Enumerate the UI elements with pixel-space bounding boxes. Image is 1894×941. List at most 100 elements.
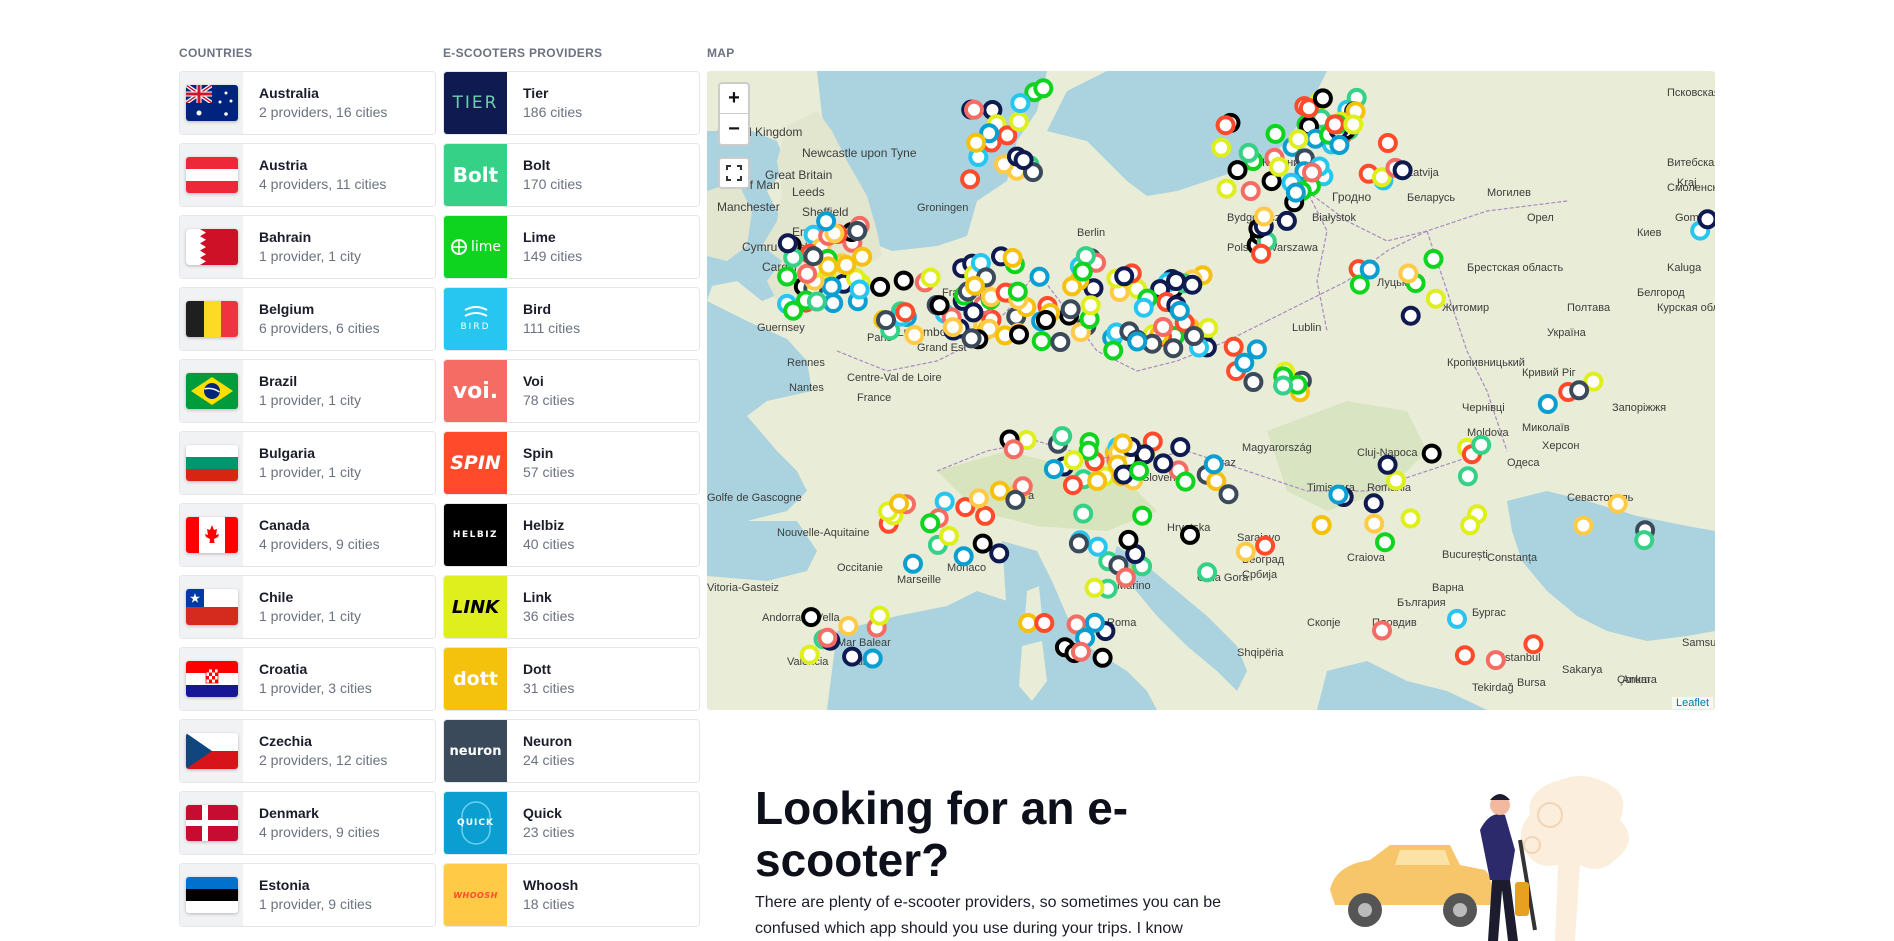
provider-location-marker[interactable]	[1273, 375, 1294, 396]
provider-location-marker[interactable]	[1062, 475, 1083, 496]
provider-location-marker[interactable]	[939, 526, 959, 546]
provider-location-marker[interactable]	[1031, 331, 1052, 352]
provider-location-marker[interactable]	[1153, 453, 1174, 474]
provider-location-marker[interactable]	[1285, 182, 1306, 203]
provider-location-marker[interactable]	[1447, 608, 1467, 629]
provider-card-tier[interactable]: TIER Tier 186 cities	[443, 71, 700, 135]
provider-location-marker[interactable]	[989, 543, 1010, 564]
provider-location-marker[interactable]	[838, 616, 859, 636]
provider-location-marker[interactable]	[1265, 123, 1286, 144]
provider-location-marker[interactable]	[801, 607, 822, 628]
provider-location-marker[interactable]	[895, 302, 916, 323]
country-card-estonia[interactable]: Estonia 1 provider, 9 cities	[179, 863, 436, 927]
provider-location-marker[interactable]	[1573, 515, 1594, 536]
provider-location-marker[interactable]	[1421, 443, 1442, 464]
provider-location-marker[interactable]	[1034, 613, 1055, 633]
provider-location-marker[interactable]	[1485, 650, 1506, 671]
provider-location-marker[interactable]	[870, 276, 891, 297]
provider-location-marker[interactable]	[1033, 78, 1054, 99]
provider-location-marker[interactable]	[997, 125, 1018, 146]
provider-location-marker[interactable]	[960, 169, 981, 190]
provider-location-marker[interactable]	[1114, 266, 1135, 287]
provider-location-marker[interactable]	[1359, 259, 1380, 280]
provider-location-marker[interactable]	[1311, 515, 1332, 535]
provider-location-marker[interactable]	[1003, 439, 1024, 460]
fullscreen-button[interactable]	[718, 157, 750, 189]
provider-location-marker[interactable]	[953, 546, 974, 567]
provider-location-marker[interactable]	[1372, 620, 1392, 641]
provider-location-marker[interactable]	[1569, 380, 1590, 401]
provider-card-quick[interactable]: QUICK Quick 23 cities	[443, 791, 700, 855]
provider-location-marker[interactable]	[1234, 352, 1255, 373]
provider-location-marker[interactable]	[1425, 288, 1446, 309]
provider-location-marker[interactable]	[1163, 338, 1184, 359]
provider-location-marker[interactable]	[1537, 394, 1558, 414]
provider-location-marker[interactable]	[823, 293, 844, 314]
provider-location-marker[interactable]	[1288, 129, 1309, 150]
provider-location-marker[interactable]	[1392, 160, 1413, 181]
provider-location-marker[interactable]	[1312, 88, 1333, 109]
provider-location-marker[interactable]	[1035, 310, 1056, 330]
provider-location-marker[interactable]	[1363, 493, 1384, 514]
provider-location-marker[interactable]	[799, 644, 820, 665]
provider-location-marker[interactable]	[1215, 115, 1236, 136]
provider-location-marker[interactable]	[818, 256, 839, 277]
provider-location-marker[interactable]	[1180, 524, 1200, 545]
provider-location-marker[interactable]	[1129, 460, 1150, 481]
country-card-brazil[interactable]: Brazil 1 provider, 1 city	[179, 359, 436, 423]
provider-location-marker[interactable]	[1460, 515, 1481, 536]
provider-location-marker[interactable]	[961, 328, 982, 349]
provider-location-marker[interactable]	[1132, 505, 1153, 526]
provider-location-marker[interactable]	[1324, 114, 1345, 135]
provider-location-marker[interactable]	[1182, 274, 1203, 295]
provider-location-marker[interactable]	[1050, 332, 1071, 352]
provider-card-helbiz[interactable]: HELBIZ Helbiz 40 cities	[443, 503, 700, 567]
provider-location-marker[interactable]	[1175, 471, 1196, 492]
provider-location-marker[interactable]	[1377, 133, 1398, 153]
provider-location-marker[interactable]	[1343, 114, 1364, 135]
provider-location-marker[interactable]	[1127, 331, 1148, 352]
provider-location-marker[interactable]	[1243, 372, 1264, 392]
provider-location-marker[interactable]	[1251, 243, 1272, 264]
provider-location-marker[interactable]	[1398, 263, 1419, 284]
provider-location-marker[interactable]	[1211, 137, 1232, 158]
provider-location-marker[interactable]	[1276, 210, 1297, 231]
provider-location-marker[interactable]	[1118, 529, 1139, 550]
provider-location-marker[interactable]	[934, 491, 955, 512]
country-card-australia[interactable]: Australia 2 providers, 16 cities	[179, 71, 436, 135]
provider-location-marker[interactable]	[1153, 317, 1174, 337]
provider-location-marker[interactable]	[1246, 339, 1267, 360]
provider-location-marker[interactable]	[1073, 503, 1094, 524]
provider-location-marker[interactable]	[1170, 437, 1191, 458]
provider-location-marker[interactable]	[852, 246, 873, 267]
provider-location-marker[interactable]	[1634, 530, 1655, 551]
provider-location-marker[interactable]	[1078, 440, 1099, 461]
country-card-bahrain[interactable]: Bahrain 1 provider, 1 city	[179, 215, 436, 279]
provider-location-marker[interactable]	[1457, 466, 1478, 487]
country-card-bulgaria[interactable]: Bulgaria 1 provider, 1 city	[179, 431, 436, 495]
map-attribution-link[interactable]: Leaflet	[1672, 697, 1714, 709]
provider-location-marker[interactable]	[1238, 142, 1259, 163]
provider-location-marker[interactable]	[1400, 305, 1421, 326]
provider-location-marker[interactable]	[836, 255, 857, 275]
provider-location-marker[interactable]	[1133, 297, 1154, 318]
provider-location-marker[interactable]	[1052, 426, 1073, 447]
country-card-croatia[interactable]: Croatia 1 provider, 3 cities	[179, 647, 436, 711]
provider-location-marker[interactable]	[903, 553, 923, 574]
provider-card-link[interactable]: LINK Link 36 cities	[443, 575, 700, 639]
provider-location-marker[interactable]	[964, 99, 984, 120]
provider-location-marker[interactable]	[1255, 535, 1276, 556]
provider-location-marker[interactable]	[1254, 206, 1274, 227]
provider-location-marker[interactable]	[964, 275, 985, 296]
provider-location-marker[interactable]	[847, 221, 868, 241]
provider-location-marker[interactable]	[1115, 567, 1136, 588]
provider-location-marker[interactable]	[817, 627, 838, 648]
provider-location-marker[interactable]	[1218, 484, 1239, 505]
provider-location-marker[interactable]	[849, 279, 870, 300]
provider-location-marker[interactable]	[1013, 150, 1034, 171]
provider-location-marker[interactable]	[1328, 484, 1349, 505]
provider-location-marker[interactable]	[1607, 493, 1628, 514]
country-card-austria[interactable]: Austria 4 providers, 11 cities	[179, 143, 436, 207]
provider-location-marker[interactable]	[1169, 300, 1190, 321]
provider-location-marker[interactable]	[797, 263, 818, 284]
